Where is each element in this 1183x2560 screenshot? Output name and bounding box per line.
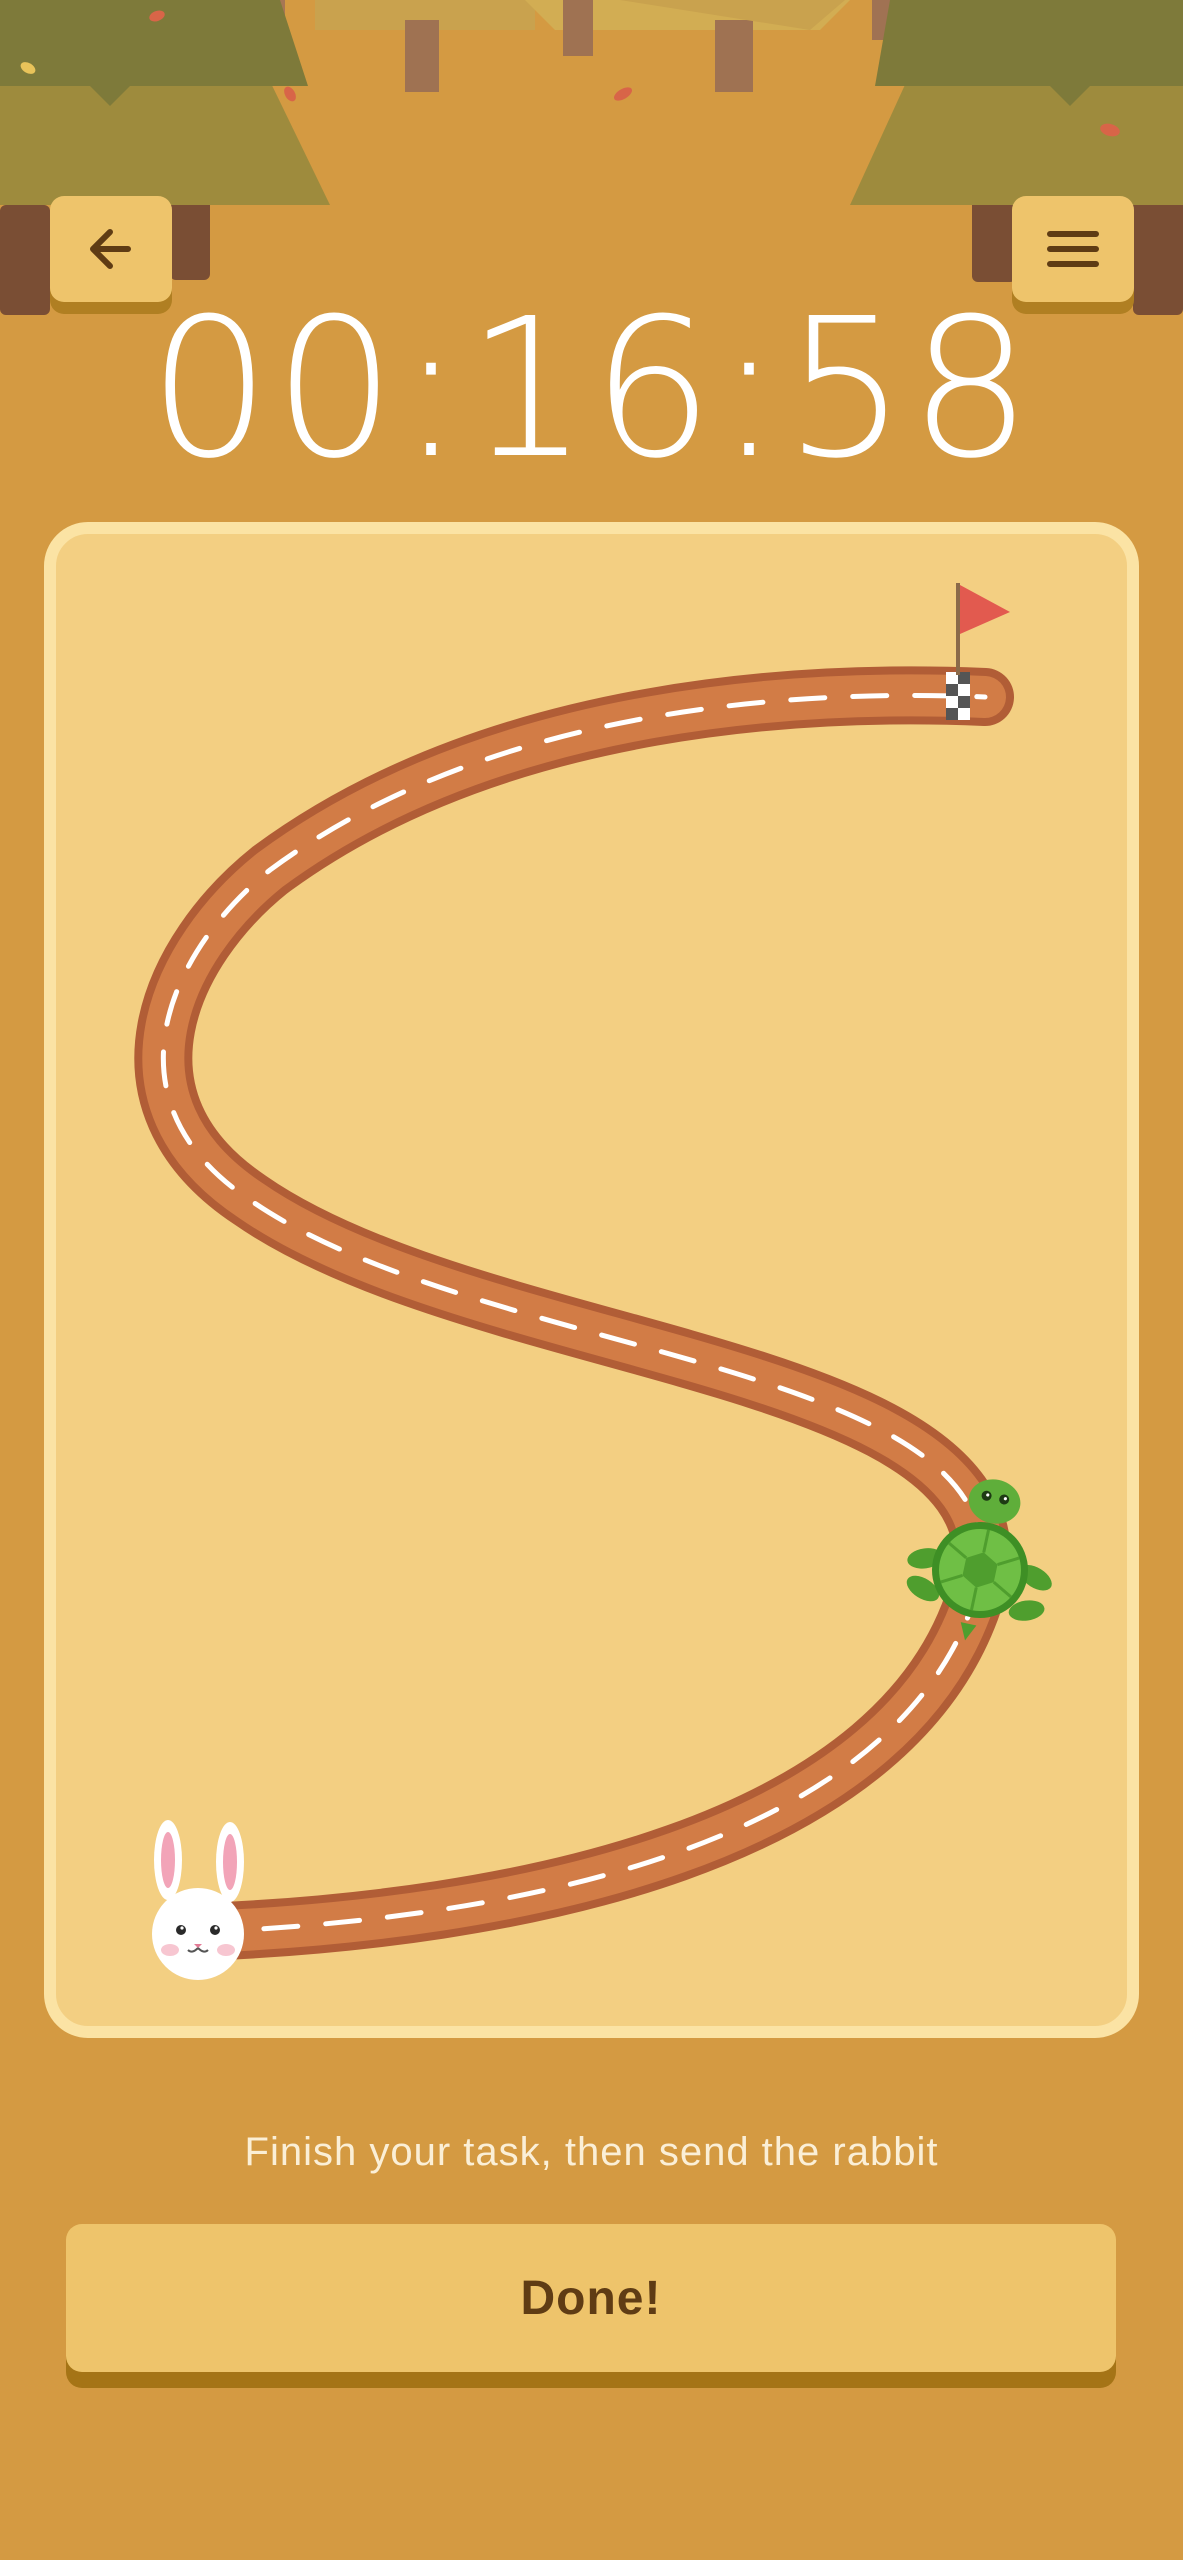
background-trees: [261, 0, 902, 92]
instruction-text: Finish your task, then send the rabbit: [244, 2130, 939, 2174]
countdown-timer: 00:16:58: [148, 278, 1035, 501]
finish-line: [946, 672, 970, 720]
done-button[interactable]: Done!: [66, 2224, 1116, 2372]
arrow-left-icon: [90, 229, 131, 269]
race-track-canvas: [44, 583, 1052, 1980]
race-track-board: [44, 522, 1139, 2038]
finish-flag-icon: [956, 583, 1010, 675]
rabbit-icon: [152, 1820, 244, 1980]
track-body: [163, 695, 985, 1932]
hamburger-menu-icon: [1047, 231, 1099, 267]
